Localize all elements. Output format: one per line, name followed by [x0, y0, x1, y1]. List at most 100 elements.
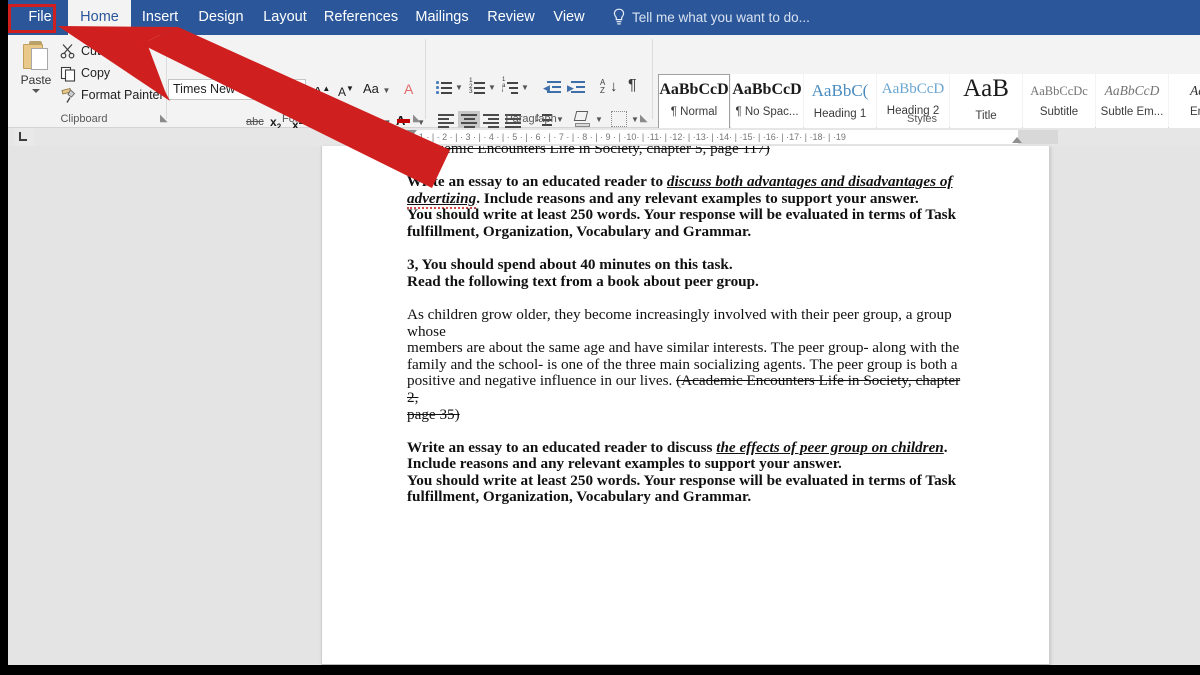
ribbon-tab-bar: File Home Insert Design Layout Reference…	[8, 0, 1200, 35]
document-line: fulfillment, Organization, Vocabulary an…	[407, 489, 972, 506]
increase-indent-icon[interactable]: ▶	[568, 80, 586, 96]
tab-stop-left-icon	[19, 132, 27, 141]
text-run: .	[944, 439, 948, 456]
chevron-down-icon[interactable]	[32, 89, 40, 93]
document-page[interactable]: advertising is that it tells consumers t…	[321, 146, 1050, 665]
decrease-indent-icon[interactable]: ◀	[544, 80, 562, 96]
copy-label: Copy	[81, 63, 110, 84]
document-line: advertizing. Include reasons and any rel…	[407, 191, 972, 208]
text-run: page 35)	[407, 406, 460, 423]
document-line: Write an essay to an educated reader to …	[407, 174, 972, 191]
hanging-indent-marker[interactable]	[407, 137, 417, 143]
text-run: the effects of peer group on children	[716, 439, 944, 456]
first-line-indent-marker[interactable]	[407, 130, 417, 136]
cut-label: Cut	[81, 41, 100, 62]
clipboard-group-label: Clipboard	[14, 113, 154, 125]
change-case-button[interactable]: Aa ▼	[363, 78, 390, 100]
style-preview: AaBbCcD	[659, 81, 729, 99]
screenshot-root: File Home Insert Design Layout Reference…	[0, 0, 1200, 675]
chevron-down-icon[interactable]: ▼	[631, 115, 639, 124]
document-line: Read the following text from a book abou…	[407, 274, 972, 291]
right-indent-marker[interactable]	[1012, 137, 1022, 143]
style-preview: AaBbCcDc	[1024, 84, 1094, 99]
tab-mailings[interactable]: Mailings	[407, 0, 477, 35]
tab-insert[interactable]: Insert	[133, 0, 187, 35]
style-preview: AaB	[951, 75, 1021, 103]
shrink-font-button[interactable]: A▼	[338, 78, 354, 100]
clear-formatting-button[interactable]: A	[404, 78, 413, 100]
tab-home[interactable]: Home	[68, 0, 131, 35]
tab-view[interactable]: View	[545, 0, 593, 35]
chevron-down-icon[interactable]: ▼	[521, 83, 529, 92]
word-application-window: File Home Insert Design Layout Reference…	[8, 0, 1200, 665]
shrink-font-label: A	[338, 85, 346, 99]
group-divider	[652, 39, 653, 119]
scissors-icon	[60, 43, 77, 60]
chevron-down-icon[interactable]: ▼	[455, 83, 463, 92]
bullets-icon[interactable]	[436, 80, 454, 96]
font-size-value: 12	[269, 82, 283, 96]
grow-font-label: A	[313, 84, 322, 100]
text-run: (Academic Encounters Life in Society, ch…	[407, 146, 770, 157]
tab-file[interactable]: File	[16, 0, 64, 35]
font-size-combobox[interactable]: 12	[264, 79, 306, 100]
clear-formatting-label: A	[404, 81, 413, 97]
text-run: Write an essay to an educated reader to …	[407, 439, 716, 456]
ruler-tick-labels: · | · 1 · | · 2 · | · 3 · | · 4 · | · 5 …	[403, 130, 1058, 144]
paste-icon	[23, 41, 49, 71]
paste-button[interactable]: Paste	[14, 38, 58, 112]
font-dialog-launcher[interactable]: ◣	[413, 113, 424, 124]
style-preview: AaBbCcD	[878, 81, 948, 98]
style-preview: AaBb	[1170, 83, 1200, 99]
blank-line	[407, 158, 972, 175]
group-divider	[425, 39, 426, 119]
document-canvas: advertising is that it tells consumers t…	[8, 146, 1200, 665]
text-run: positive and negative influence in our l…	[407, 372, 676, 389]
format-painter-icon	[60, 87, 77, 104]
format-painter-label: Format Painter	[81, 85, 164, 106]
document-line: members are about the same age and have …	[407, 340, 972, 357]
document-line: Write an essay to an educated reader to …	[407, 440, 972, 457]
document-text[interactable]: advertising is that it tells consumers t…	[407, 146, 972, 506]
ribbon-home-tab-content: Paste Cut Copy	[8, 35, 1200, 128]
document-line: You should write at least 250 words. You…	[407, 473, 972, 490]
text-run: . Include reasons and any relevant examp…	[476, 190, 918, 207]
show-marks-icon[interactable]: ¶	[628, 77, 637, 95]
tell-me-search[interactable]: Tell me what you want to do...	[632, 0, 810, 35]
blank-line	[407, 423, 972, 440]
document-line: As children grow older, they become incr…	[407, 307, 972, 340]
multilevel-list-icon[interactable]: 1ai	[502, 80, 520, 96]
chevron-down-icon[interactable]: ▼	[488, 83, 496, 92]
tab-stop-selector[interactable]	[14, 128, 34, 146]
grow-font-button[interactable]: A▲	[313, 78, 330, 100]
paste-label: Paste	[14, 73, 58, 87]
document-line: Include reasons and any relevant example…	[407, 456, 972, 473]
text-run: discuss both advantages and disadvantage…	[667, 173, 953, 190]
style-preview: AaBbCcD	[732, 81, 802, 99]
document-line: page 35)	[407, 407, 972, 424]
document-line: fulfillment, Organization, Vocabulary an…	[407, 224, 972, 241]
document-line: You should write at least 250 words. You…	[407, 207, 972, 224]
document-line: (Academic Encounters Life in Society, ch…	[407, 146, 972, 158]
tab-references[interactable]: References	[319, 0, 403, 35]
document-line: positive and negative influence in our l…	[407, 373, 972, 406]
chevron-down-icon[interactable]	[247, 89, 253, 93]
style-preview: AaBbCcD	[1097, 83, 1167, 99]
lightbulb-icon	[612, 8, 626, 27]
text-run: Write an essay to an educated reader to	[407, 173, 667, 190]
tab-review[interactable]: Review	[481, 0, 541, 35]
paragraph-group-label: Paragraph	[436, 113, 626, 125]
blank-line	[407, 290, 972, 307]
font-name-combobox[interactable]: Times New Ro	[168, 79, 258, 100]
horizontal-ruler[interactable]: · | · 1 · | · 2 · | · 3 · | · 4 · | · 5 …	[8, 128, 1200, 146]
blank-line	[407, 241, 972, 258]
tab-design[interactable]: Design	[191, 0, 251, 35]
paragraph-dialog-launcher[interactable]: ◣	[640, 113, 651, 124]
numbering-icon[interactable]: 123	[469, 80, 487, 96]
sort-icon[interactable]: AZ↓	[600, 79, 618, 97]
tab-layout[interactable]: Layout	[255, 0, 315, 35]
font-group-label: Font	[168, 113, 418, 125]
chevron-down-icon[interactable]	[295, 89, 301, 93]
style-preview: AaBbC(	[805, 81, 875, 101]
copy-icon	[60, 65, 77, 82]
